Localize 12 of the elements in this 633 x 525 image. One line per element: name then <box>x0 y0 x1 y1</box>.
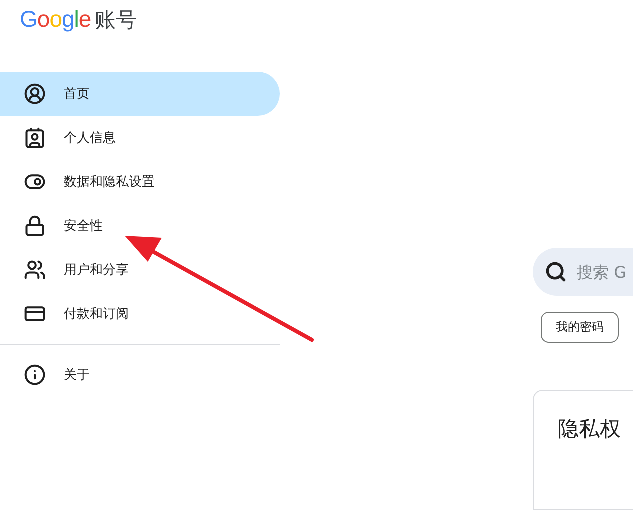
logo: Google <box>20 6 92 33</box>
password-chip[interactable]: 我的密码 <box>541 312 619 343</box>
header-title: 账号 <box>95 7 138 34</box>
card-title: 隐私权 <box>558 417 621 441</box>
nav-item[interactable]: 首页 <box>0 72 280 116</box>
nav-item[interactable]: 安全性 <box>0 204 280 248</box>
nav-item[interactable]: 数据和隐私设置 <box>0 160 280 204</box>
nav-item[interactable]: 关于 <box>0 353 280 397</box>
nav-item[interactable]: 个人信息 <box>0 116 280 160</box>
nav-item[interactable]: 付款和订阅 <box>0 292 280 336</box>
search-field[interactable]: 搜索 G <box>577 262 631 282</box>
nav-item[interactable]: 用户和分享 <box>0 248 280 292</box>
